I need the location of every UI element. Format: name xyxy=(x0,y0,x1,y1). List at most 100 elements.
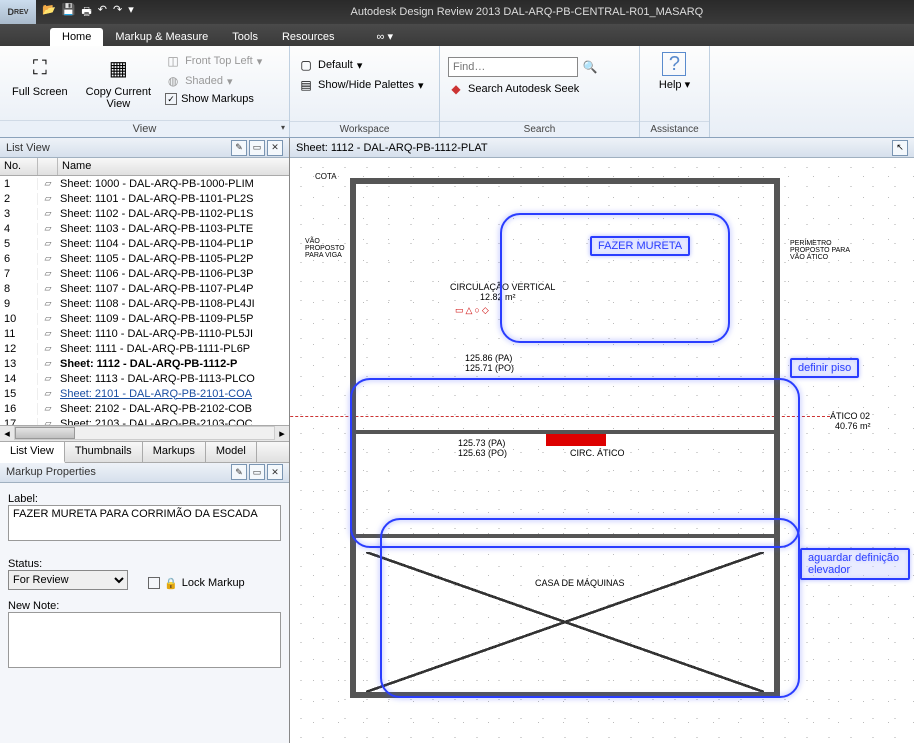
tab-tools[interactable]: Tools xyxy=(220,28,270,46)
list-h-scrollbar[interactable]: ◂ ▸ xyxy=(0,425,289,441)
list-row[interactable]: 11▱Sheet: 1110 - DAL-ARQ-PB-1110-PL5JI xyxy=(0,326,289,341)
props-opts-icon[interactable]: ▭ xyxy=(249,464,265,480)
list-row[interactable]: 15▱Sheet: 2101 - DAL-ARQ-PB-2101-COA xyxy=(0,386,289,401)
panel-pin-icon[interactable]: ✎ xyxy=(231,140,247,156)
list-row[interactable]: 16▱Sheet: 2102 - DAL-ARQ-PB-2102-COB xyxy=(0,401,289,416)
qat-undo-icon[interactable]: ↶ xyxy=(98,3,107,22)
markup-aguardar[interactable]: aguardar definição elevador xyxy=(800,548,910,580)
show-markups-checkbox[interactable]: ✓ xyxy=(165,93,177,105)
copy-view-button[interactable]: ▦ Copy Current View xyxy=(80,50,157,112)
sheet-title: Sheet: 1112 - DAL-ARQ-PB-1112-PLAT xyxy=(296,142,488,154)
sheet-icon: ▱ xyxy=(38,328,58,339)
list-row[interactable]: 1▱Sheet: 1000 - DAL-ARQ-PB-1000-PLIM xyxy=(0,176,289,191)
full-screen-button[interactable]: ⛶ Full Screen xyxy=(6,50,74,100)
row-name: Sheet: 1108 - DAL-ARQ-PB-1108-PL4JI xyxy=(58,298,289,310)
tab-resources[interactable]: Resources xyxy=(270,28,347,46)
sheet-icon: ▱ xyxy=(38,298,58,309)
ribbon-tabs: Home Markup & Measure Tools Resources ∞ … xyxy=(0,24,914,46)
canvas[interactable]: CIRCULAÇÃO VERTICAL 12.82 m² ▭△○◇ 125.86… xyxy=(290,158,914,743)
row-name: Sheet: 1106 - DAL-ARQ-PB-1106-PL3P xyxy=(58,268,289,280)
row-no: 11 xyxy=(0,328,38,340)
row-no: 16 xyxy=(0,403,38,415)
list-row[interactable]: 8▱Sheet: 1107 - DAL-ARQ-PB-1107-PL4P xyxy=(0,281,289,296)
view-tab-thumbs[interactable]: Thumbnails xyxy=(65,442,143,462)
front-top-left-button: ◫ Front Top Left ▾ xyxy=(163,52,264,70)
sheet-icon: ▱ xyxy=(38,283,58,294)
row-name: Sheet: 1112 - DAL-ARQ-PB-1112-P xyxy=(58,358,289,370)
tab-infinity-icon[interactable]: ∞ ▾ xyxy=(371,27,399,46)
view-group-label[interactable]: View▾ xyxy=(0,120,289,137)
palettes-button[interactable]: ▤ Show/Hide Palettes ▾ xyxy=(296,76,426,94)
list-row[interactable]: 9▱Sheet: 1108 - DAL-ARQ-PB-1108-PL4JI xyxy=(0,296,289,311)
markup-cloud-1[interactable] xyxy=(500,213,730,343)
row-no: 9 xyxy=(0,298,38,310)
row-name: Sheet: 1103 - DAL-ARQ-PB-1103-PLTE xyxy=(58,223,289,235)
qat-dropdown-icon[interactable]: ▾ xyxy=(128,3,134,22)
dim-pa: 125.86 (PA) xyxy=(465,353,512,363)
binoc-icon[interactable]: 🔍 xyxy=(582,59,598,75)
row-no: 5 xyxy=(0,238,38,250)
lock-checkbox[interactable] xyxy=(148,577,160,589)
qat-save-icon[interactable]: 💾 xyxy=(62,3,76,22)
seek-icon: ◆ xyxy=(448,81,464,97)
show-markups-button[interactable]: ✓ Show Markups xyxy=(163,92,264,106)
newnote-input[interactable] xyxy=(8,612,281,668)
props-close-icon[interactable]: ✕ xyxy=(267,464,283,480)
status-select[interactable]: For Review xyxy=(8,570,128,590)
app-icon[interactable]: DREV xyxy=(0,0,36,24)
markup-fazer-mureta[interactable]: FAZER MURETA xyxy=(590,236,690,256)
palettes-icon: ▤ xyxy=(298,77,314,93)
symbols: ▭△○◇ xyxy=(455,305,491,316)
list-body: 1▱Sheet: 1000 - DAL-ARQ-PB-1000-PLIM2▱Sh… xyxy=(0,176,289,425)
props-pin-icon[interactable]: ✎ xyxy=(231,464,247,480)
assist-group-label: Assistance xyxy=(640,121,709,137)
list-row[interactable]: 3▱Sheet: 1102 - DAL-ARQ-PB-1102-PL1S xyxy=(0,206,289,221)
qat-open-icon[interactable]: 📂 xyxy=(42,3,56,22)
list-row[interactable]: 7▱Sheet: 1106 - DAL-ARQ-PB-1106-PL3P xyxy=(0,266,289,281)
list-row[interactable]: 10▱Sheet: 1109 - DAL-ARQ-PB-1109-PL5P xyxy=(0,311,289,326)
help-icon: ? xyxy=(662,52,686,76)
panel-opts-icon[interactable]: ▭ xyxy=(249,140,265,156)
col-no[interactable]: No. xyxy=(0,158,38,175)
sheet-icon: ▱ xyxy=(38,373,58,384)
help-button[interactable]: ? Help ▾ xyxy=(653,50,696,93)
list-row[interactable]: 5▱Sheet: 1104 - DAL-ARQ-PB-1104-PL1P xyxy=(0,236,289,251)
sheet-icon: ▱ xyxy=(38,358,58,369)
markup-definir-piso[interactable]: definir piso xyxy=(790,358,859,378)
list-row[interactable]: 14▱Sheet: 1113 - DAL-ARQ-PB-1113-PLCO xyxy=(0,371,289,386)
sheet-icon: ▱ xyxy=(38,253,58,264)
lock-icon: 🔒 xyxy=(164,577,178,590)
tab-home[interactable]: Home xyxy=(50,28,103,46)
qat-print-icon[interactable]: 🖶 xyxy=(81,3,91,22)
qat-redo-icon[interactable]: ↷ xyxy=(113,3,122,22)
label-input[interactable]: FAZER MURETA PARA CORRIMÃO DA ESCADA xyxy=(8,505,281,541)
list-columns: No. Name xyxy=(0,158,289,176)
shaded-button: ◍ Shaded ▾ xyxy=(163,72,264,90)
row-name: Sheet: 1110 - DAL-ARQ-PB-1110-PL5JI xyxy=(58,328,289,340)
list-row[interactable]: 12▱Sheet: 1111 - DAL-ARQ-PB-1111-PL6P xyxy=(0,341,289,356)
list-row[interactable]: 17▱Sheet: 2103 - DAL-ARQ-PB-2103-COC xyxy=(0,416,289,425)
row-name: Sheet: 2102 - DAL-ARQ-PB-2102-COB xyxy=(58,403,289,415)
find-input[interactable] xyxy=(448,57,578,77)
col-name[interactable]: Name xyxy=(58,158,289,175)
view-tab-list[interactable]: List View xyxy=(0,442,65,463)
view-tab-model[interactable]: Model xyxy=(206,442,257,462)
view-tab-markups[interactable]: Markups xyxy=(143,442,206,462)
markup-cloud-3[interactable] xyxy=(380,518,800,698)
row-no: 6 xyxy=(0,253,38,265)
tab-markup[interactable]: Markup & Measure xyxy=(103,28,220,46)
default-workspace-button[interactable]: ▢ Default ▾ xyxy=(296,56,426,74)
sheet-icon: ▱ xyxy=(38,238,58,249)
col-icon[interactable] xyxy=(38,158,58,175)
copy-view-icon: ▦ xyxy=(102,52,134,84)
seek-button[interactable]: ◆ Search Autodesk Seek xyxy=(446,80,600,98)
list-row[interactable]: 13▱Sheet: 1112 - DAL-ARQ-PB-1112-P xyxy=(0,356,289,371)
list-row[interactable]: 4▱Sheet: 1103 - DAL-ARQ-PB-1103-PLTE xyxy=(0,221,289,236)
sheet-icon: ▱ xyxy=(38,313,58,324)
window-title: Autodesk Design Review 2013 DAL-ARQ-PB-C… xyxy=(140,6,914,18)
panel-close-icon[interactable]: ✕ xyxy=(267,140,283,156)
row-no: 4 xyxy=(0,223,38,235)
list-row[interactable]: 6▱Sheet: 1105 - DAL-ARQ-PB-1105-PL2P xyxy=(0,251,289,266)
list-row[interactable]: 2▱Sheet: 1101 - DAL-ARQ-PB-1101-PL2S xyxy=(0,191,289,206)
cursor-mode-icon[interactable]: ↖ xyxy=(892,140,908,156)
